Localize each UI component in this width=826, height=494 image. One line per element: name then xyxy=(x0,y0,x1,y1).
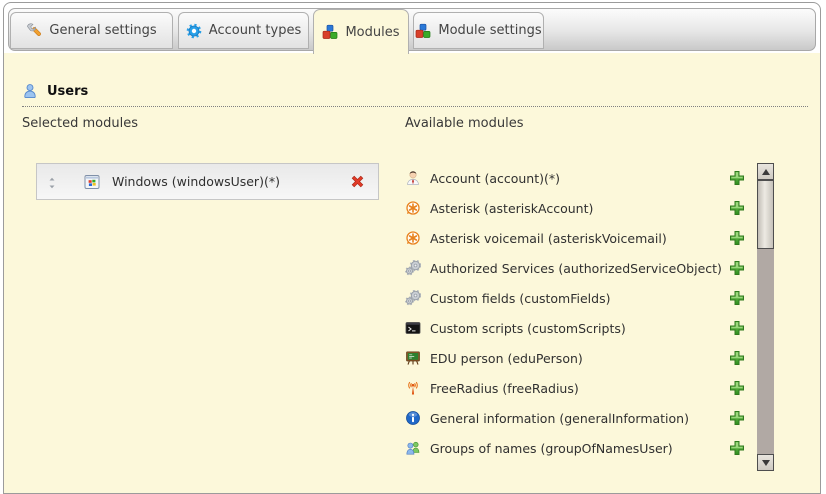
tab-account-types[interactable]: Account types xyxy=(178,12,309,49)
add-module-button[interactable] xyxy=(729,350,745,366)
green-plus-icon xyxy=(729,260,745,276)
available-module-row: Custom fields (customFields) xyxy=(405,283,745,313)
add-module-button[interactable] xyxy=(729,200,745,216)
available-module-label: FreeRadius (freeRadius) xyxy=(430,381,579,396)
selected-module-label: Windows (windowsUser)(*) xyxy=(112,174,280,189)
add-module-button[interactable] xyxy=(729,440,745,456)
available-module-row: Account (account)(*) xyxy=(405,163,745,193)
settings-window: General settings Account types Modules M… xyxy=(3,2,821,494)
green-plus-icon xyxy=(729,200,745,216)
red-x-icon xyxy=(349,173,366,190)
available-module-label: Asterisk voicemail (asteriskVoicemail) xyxy=(430,231,667,246)
users-section-heading: Users xyxy=(22,83,808,107)
asterisk-icon xyxy=(405,230,421,246)
tab-label: Module settings xyxy=(438,23,541,38)
available-module-row: EDU person (eduPerson) xyxy=(405,343,745,373)
gear-icon xyxy=(186,23,202,39)
scrollbar-thumb[interactable] xyxy=(757,180,774,249)
tab-label: Modules xyxy=(345,25,399,40)
green-plus-icon xyxy=(729,230,745,246)
available-module-label: Asterisk (asteriskAccount) xyxy=(430,201,593,216)
add-module-button[interactable] xyxy=(729,170,745,186)
available-module-row: Asterisk (asteriskAccount) xyxy=(405,193,745,223)
available-module-label: EDU person (eduPerson) xyxy=(430,351,583,366)
terminal-icon xyxy=(405,320,421,336)
add-module-button[interactable] xyxy=(729,320,745,336)
tab-module-settings[interactable]: Module settings xyxy=(413,12,544,49)
tab-general-settings[interactable]: General settings xyxy=(10,12,173,49)
asterisk-icon xyxy=(405,200,421,216)
group-icon xyxy=(405,440,421,456)
down-arrow-icon xyxy=(762,460,770,466)
available-modules-scrollbar[interactable] xyxy=(757,163,774,471)
windows-icon xyxy=(84,174,100,190)
wrench-icon xyxy=(26,23,42,39)
green-plus-icon xyxy=(729,350,745,366)
available-modules-list: Account (account)(*) Asterisk (asteriskA… xyxy=(405,163,745,463)
user-icon xyxy=(22,83,38,99)
selected-module-row[interactable]: Windows (windowsUser)(*) xyxy=(36,163,379,200)
green-plus-icon xyxy=(729,380,745,396)
available-module-label: Authorized Services (authorizedServiceOb… xyxy=(430,261,722,276)
scrollbar-down-button[interactable] xyxy=(757,454,774,471)
modules-icon xyxy=(322,24,338,40)
scrollbar-up-button[interactable] xyxy=(757,163,774,180)
modules-tab-panel: Users Selected modules Available modules xyxy=(4,53,820,493)
green-plus-icon xyxy=(729,320,745,336)
selected-modules-label: Selected modules xyxy=(22,116,138,131)
available-modules-label: Available modules xyxy=(405,116,523,131)
remove-module-button[interactable] xyxy=(349,173,366,190)
available-module-row: General information (generalInformation) xyxy=(405,403,745,433)
gears-icon xyxy=(405,260,421,276)
available-module-row: Custom scripts (customScripts) xyxy=(405,313,745,343)
available-module-row: Asterisk voicemail (asteriskVoicemail) xyxy=(405,223,745,253)
gears-icon xyxy=(405,290,421,306)
up-arrow-icon xyxy=(762,169,770,175)
green-plus-icon xyxy=(729,410,745,426)
available-module-label: Custom scripts (customScripts) xyxy=(430,321,626,336)
add-module-button[interactable] xyxy=(729,410,745,426)
account-person-icon xyxy=(405,170,421,186)
add-module-button[interactable] xyxy=(729,230,745,246)
tab-label: Account types xyxy=(209,23,301,38)
tab-label: General settings xyxy=(49,23,156,38)
add-module-button[interactable] xyxy=(729,260,745,276)
chalkboard-icon xyxy=(405,350,421,366)
modules-icon xyxy=(415,23,431,39)
antenna-icon xyxy=(405,380,421,396)
available-module-label: Groups of names (groupOfNamesUser) xyxy=(430,441,673,456)
drag-handle-icon[interactable] xyxy=(46,175,58,188)
add-module-button[interactable] xyxy=(729,290,745,306)
available-module-label: Custom fields (customFields) xyxy=(430,291,610,306)
info-icon xyxy=(405,410,421,426)
available-module-row: Authorized Services (authorizedServiceOb… xyxy=(405,253,745,283)
tab-modules[interactable]: Modules xyxy=(313,9,409,54)
available-module-row: Groups of names (groupOfNamesUser) xyxy=(405,433,745,463)
green-plus-icon xyxy=(729,170,745,186)
add-module-button[interactable] xyxy=(729,380,745,396)
available-module-label: Account (account)(*) xyxy=(430,171,560,186)
available-module-row: FreeRadius (freeRadius) xyxy=(405,373,745,403)
available-module-label: General information (generalInformation) xyxy=(430,411,689,426)
section-title: Users xyxy=(47,84,88,99)
green-plus-icon xyxy=(729,440,745,456)
green-plus-icon xyxy=(729,290,745,306)
